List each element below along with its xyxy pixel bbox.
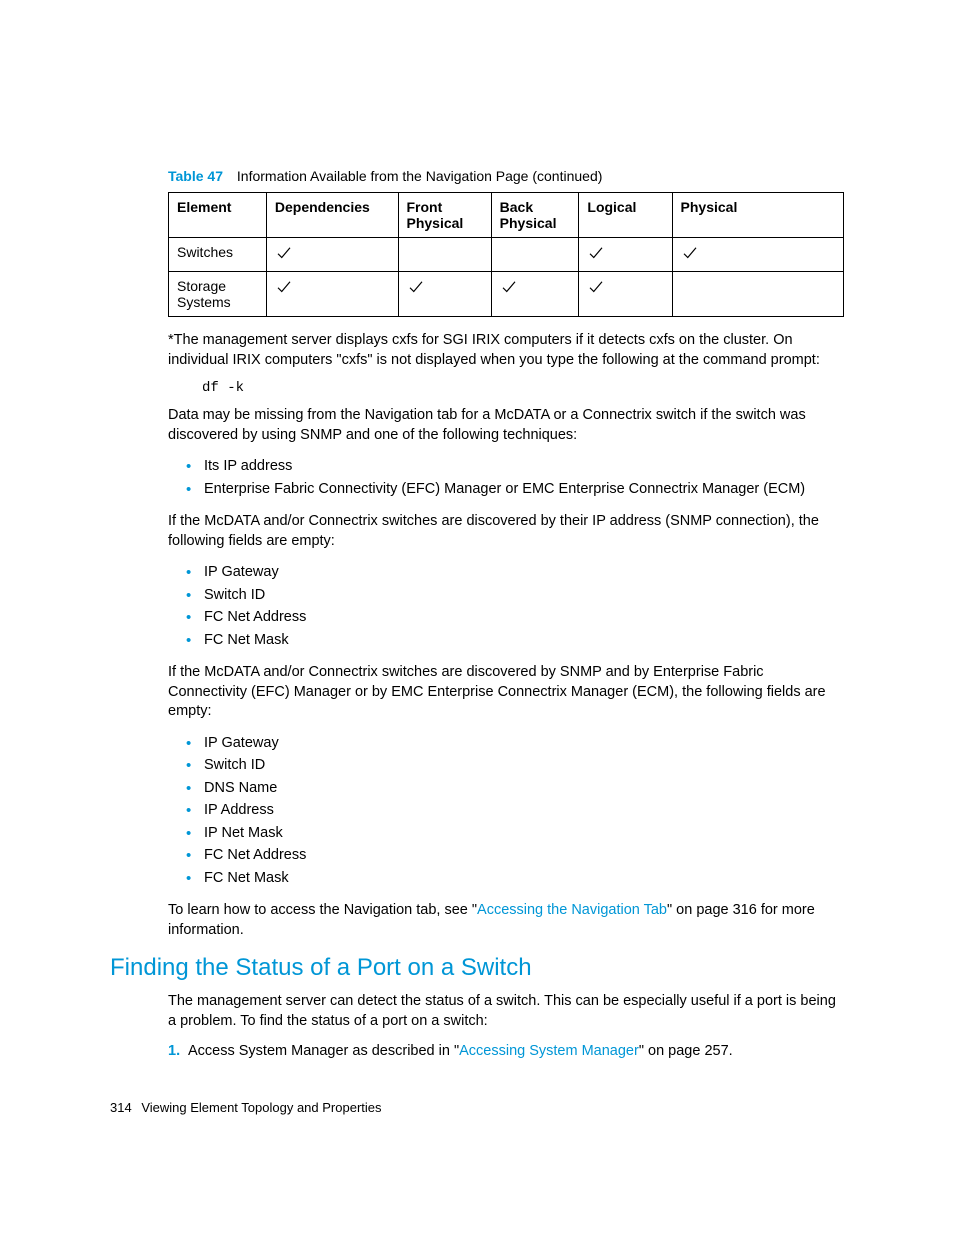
step-number: 1. bbox=[168, 1041, 180, 1062]
check-icon bbox=[587, 244, 605, 262]
learn-paragraph: To learn how to access the Navigation ta… bbox=[168, 901, 844, 940]
section-heading: Finding the Status of a Port on a Switch bbox=[110, 954, 844, 982]
row-cell bbox=[398, 272, 491, 317]
check-icon bbox=[681, 244, 699, 262]
row-label: Storage Systems bbox=[169, 272, 267, 317]
step-1: 1. Access System Manager as described in… bbox=[168, 1041, 844, 1062]
list-item: Switch ID bbox=[190, 584, 844, 606]
list-item: FC Net Mask bbox=[190, 867, 844, 889]
list-item: IP Address bbox=[190, 799, 844, 821]
efc-fields-list: IP GatewaySwitch IDDNS NameIP AddressIP … bbox=[190, 732, 844, 889]
table-title: Information Available from the Navigatio… bbox=[237, 168, 603, 184]
row-label: Switches bbox=[169, 238, 267, 272]
row-cell bbox=[266, 272, 398, 317]
table-row: Switches bbox=[169, 238, 844, 272]
list-item: Switch ID bbox=[190, 754, 844, 776]
system-manager-link[interactable]: Accessing System Manager bbox=[459, 1043, 639, 1059]
row-cell bbox=[672, 272, 843, 317]
learn-pre: To learn how to access the Navigation ta… bbox=[168, 902, 477, 918]
list-item: Enterprise Fabric Connectivity (EFC) Man… bbox=[190, 478, 844, 500]
list-item: FC Net Mask bbox=[190, 629, 844, 651]
data-missing-paragraph: Data may be missing from the Navigation … bbox=[168, 406, 844, 445]
list-item: IP Gateway bbox=[190, 561, 844, 583]
th-logical: Logical bbox=[579, 193, 672, 238]
check-icon bbox=[500, 278, 518, 296]
note-paragraph: *The management server displays cxfs for… bbox=[168, 331, 844, 370]
snmp-efc-paragraph: If the McDATA and/or Connectrix switches… bbox=[168, 663, 844, 722]
ip-fields-list: IP GatewaySwitch IDFC Net AddressFC Net … bbox=[190, 561, 844, 651]
th-physical: Physical bbox=[672, 193, 843, 238]
list-item: FC Net Address bbox=[190, 606, 844, 628]
command-text: df -k bbox=[202, 380, 844, 396]
row-cell bbox=[672, 238, 843, 272]
row-cell bbox=[491, 238, 579, 272]
th-back-physical: Back Physical bbox=[491, 193, 579, 238]
footer-title: Viewing Element Topology and Properties bbox=[141, 1100, 381, 1115]
list-item: IP Gateway bbox=[190, 732, 844, 754]
row-cell bbox=[579, 272, 672, 317]
ip-snmp-paragraph: If the McDATA and/or Connectrix switches… bbox=[168, 512, 844, 551]
table-caption: Table 47 Information Available from the … bbox=[168, 168, 844, 184]
row-cell bbox=[266, 238, 398, 272]
check-icon bbox=[275, 244, 293, 262]
check-icon bbox=[275, 278, 293, 296]
techniques-list: Its IP addressEnterprise Fabric Connecti… bbox=[190, 455, 844, 500]
list-item: DNS Name bbox=[190, 777, 844, 799]
section-paragraph: The management server can detect the sta… bbox=[168, 992, 844, 1031]
row-cell bbox=[579, 238, 672, 272]
check-icon bbox=[587, 278, 605, 296]
list-item: Its IP address bbox=[190, 455, 844, 477]
steps-list: 1. Access System Manager as described in… bbox=[168, 1041, 844, 1062]
check-icon bbox=[407, 278, 425, 296]
nav-tab-link[interactable]: Accessing the Navigation Tab bbox=[477, 902, 667, 918]
page-number: 314 bbox=[110, 1100, 132, 1115]
list-item: FC Net Address bbox=[190, 844, 844, 866]
table-number: Table 47 bbox=[168, 168, 223, 184]
list-item: IP Net Mask bbox=[190, 822, 844, 844]
row-cell bbox=[398, 238, 491, 272]
th-dependencies: Dependencies bbox=[266, 193, 398, 238]
th-element: Element bbox=[169, 193, 267, 238]
row-cell bbox=[491, 272, 579, 317]
page-footer: 314 Viewing Element Topology and Propert… bbox=[110, 1100, 382, 1115]
th-front-physical: Front Physical bbox=[398, 193, 491, 238]
info-table: Element Dependencies Front Physical Back… bbox=[168, 192, 844, 317]
step-pre: Access System Manager as described in " bbox=[188, 1043, 459, 1059]
step-post: " on page 257. bbox=[639, 1043, 733, 1059]
table-row: Storage Systems bbox=[169, 272, 844, 317]
